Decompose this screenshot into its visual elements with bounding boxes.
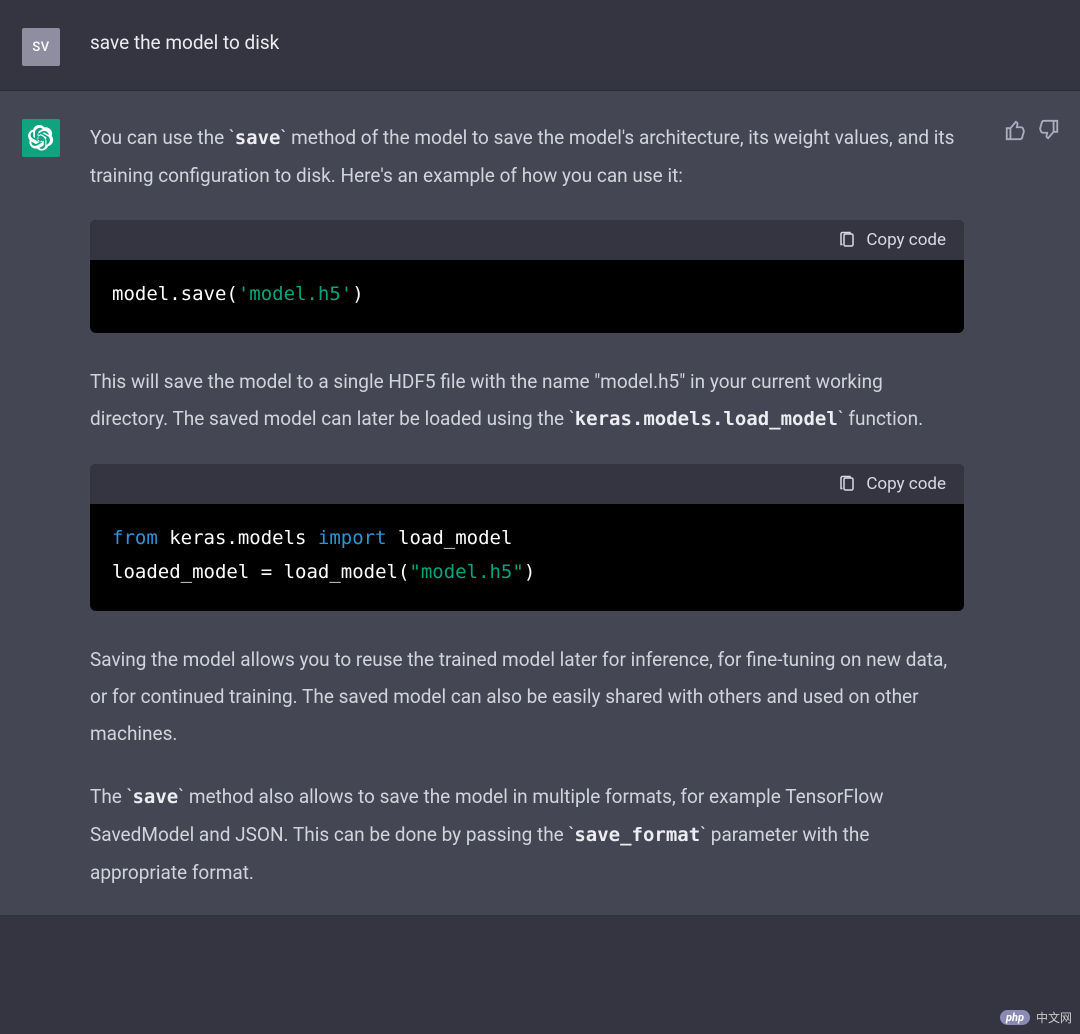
openai-logo-icon: [28, 125, 54, 151]
inline-code-save: save: [132, 786, 178, 808]
assistant-content: You can use the `save` method of the mod…: [90, 115, 964, 891]
code-text: load_model: [387, 527, 513, 549]
clipboard-icon: [838, 475, 856, 493]
code-text: ): [352, 283, 363, 305]
code-block-header: Copy code: [90, 220, 964, 260]
code-string: 'model.h5': [238, 283, 352, 305]
thumbs-up-icon: [1004, 119, 1026, 141]
code-keyword: import: [318, 527, 387, 549]
thumbs-down-icon: [1038, 119, 1060, 141]
watermark-text: 中文网: [1036, 1009, 1072, 1026]
assistant-message-row: You can use the `save` method of the mod…: [0, 91, 1080, 916]
inline-code-load-model: keras.models.load_model: [575, 408, 838, 430]
thumbs-down-button[interactable]: [1038, 119, 1060, 141]
copy-code-label: Copy code: [866, 230, 946, 250]
copy-code-button[interactable]: Copy code: [838, 474, 946, 494]
code-string: "model.h5": [409, 561, 523, 583]
code-block-1: Copy code model.save('model.h5'): [90, 220, 964, 333]
user-message-text: save the model to disk: [90, 28, 1060, 58]
code-text: model.save(: [112, 283, 238, 305]
watermark-badge: php: [1000, 1010, 1030, 1025]
user-message-inner: SV save the model to disk: [0, 0, 1080, 90]
watermark: php 中文网: [1000, 1009, 1072, 1026]
code-text: keras.models: [158, 527, 318, 549]
code-keyword: from: [112, 527, 158, 549]
text-fragment: function.: [844, 407, 923, 430]
assistant-paragraph-3: Saving the model allows you to reuse the…: [90, 641, 964, 752]
copy-code-button[interactable]: Copy code: [838, 230, 946, 250]
assistant-paragraph-1: You can use the `save` method of the mod…: [90, 119, 964, 194]
user-initials: SV: [32, 40, 49, 55]
clipboard-icon: [838, 231, 856, 249]
text-fragment: You can use the: [90, 126, 229, 149]
assistant-message-inner: You can use the `save` method of the mod…: [0, 91, 1080, 915]
user-message-row: SV save the model to disk: [0, 0, 1080, 91]
thumbs-up-button[interactable]: [1004, 119, 1026, 141]
code-body: model.save('model.h5'): [90, 260, 964, 333]
code-body: from keras.models import load_model load…: [90, 504, 964, 611]
code-block-header: Copy code: [90, 464, 964, 504]
assistant-paragraph-2: This will save the model to a single HDF…: [90, 363, 964, 438]
copy-code-label: Copy code: [866, 474, 946, 494]
code-text: loaded_model = load_model(: [112, 561, 409, 583]
assistant-paragraph-4: The `save` method also allows to save th…: [90, 778, 964, 891]
assistant-avatar: [22, 119, 60, 157]
feedback-buttons: [1004, 115, 1060, 141]
text-fragment: The: [90, 785, 127, 808]
code-text: ): [524, 561, 535, 583]
user-avatar: SV: [22, 28, 60, 66]
inline-code-save-format: save_format: [574, 824, 700, 846]
inline-code-save: save: [235, 127, 281, 149]
code-block-2: Copy code from keras.models import load_…: [90, 464, 964, 611]
user-content: save the model to disk: [90, 24, 1060, 58]
